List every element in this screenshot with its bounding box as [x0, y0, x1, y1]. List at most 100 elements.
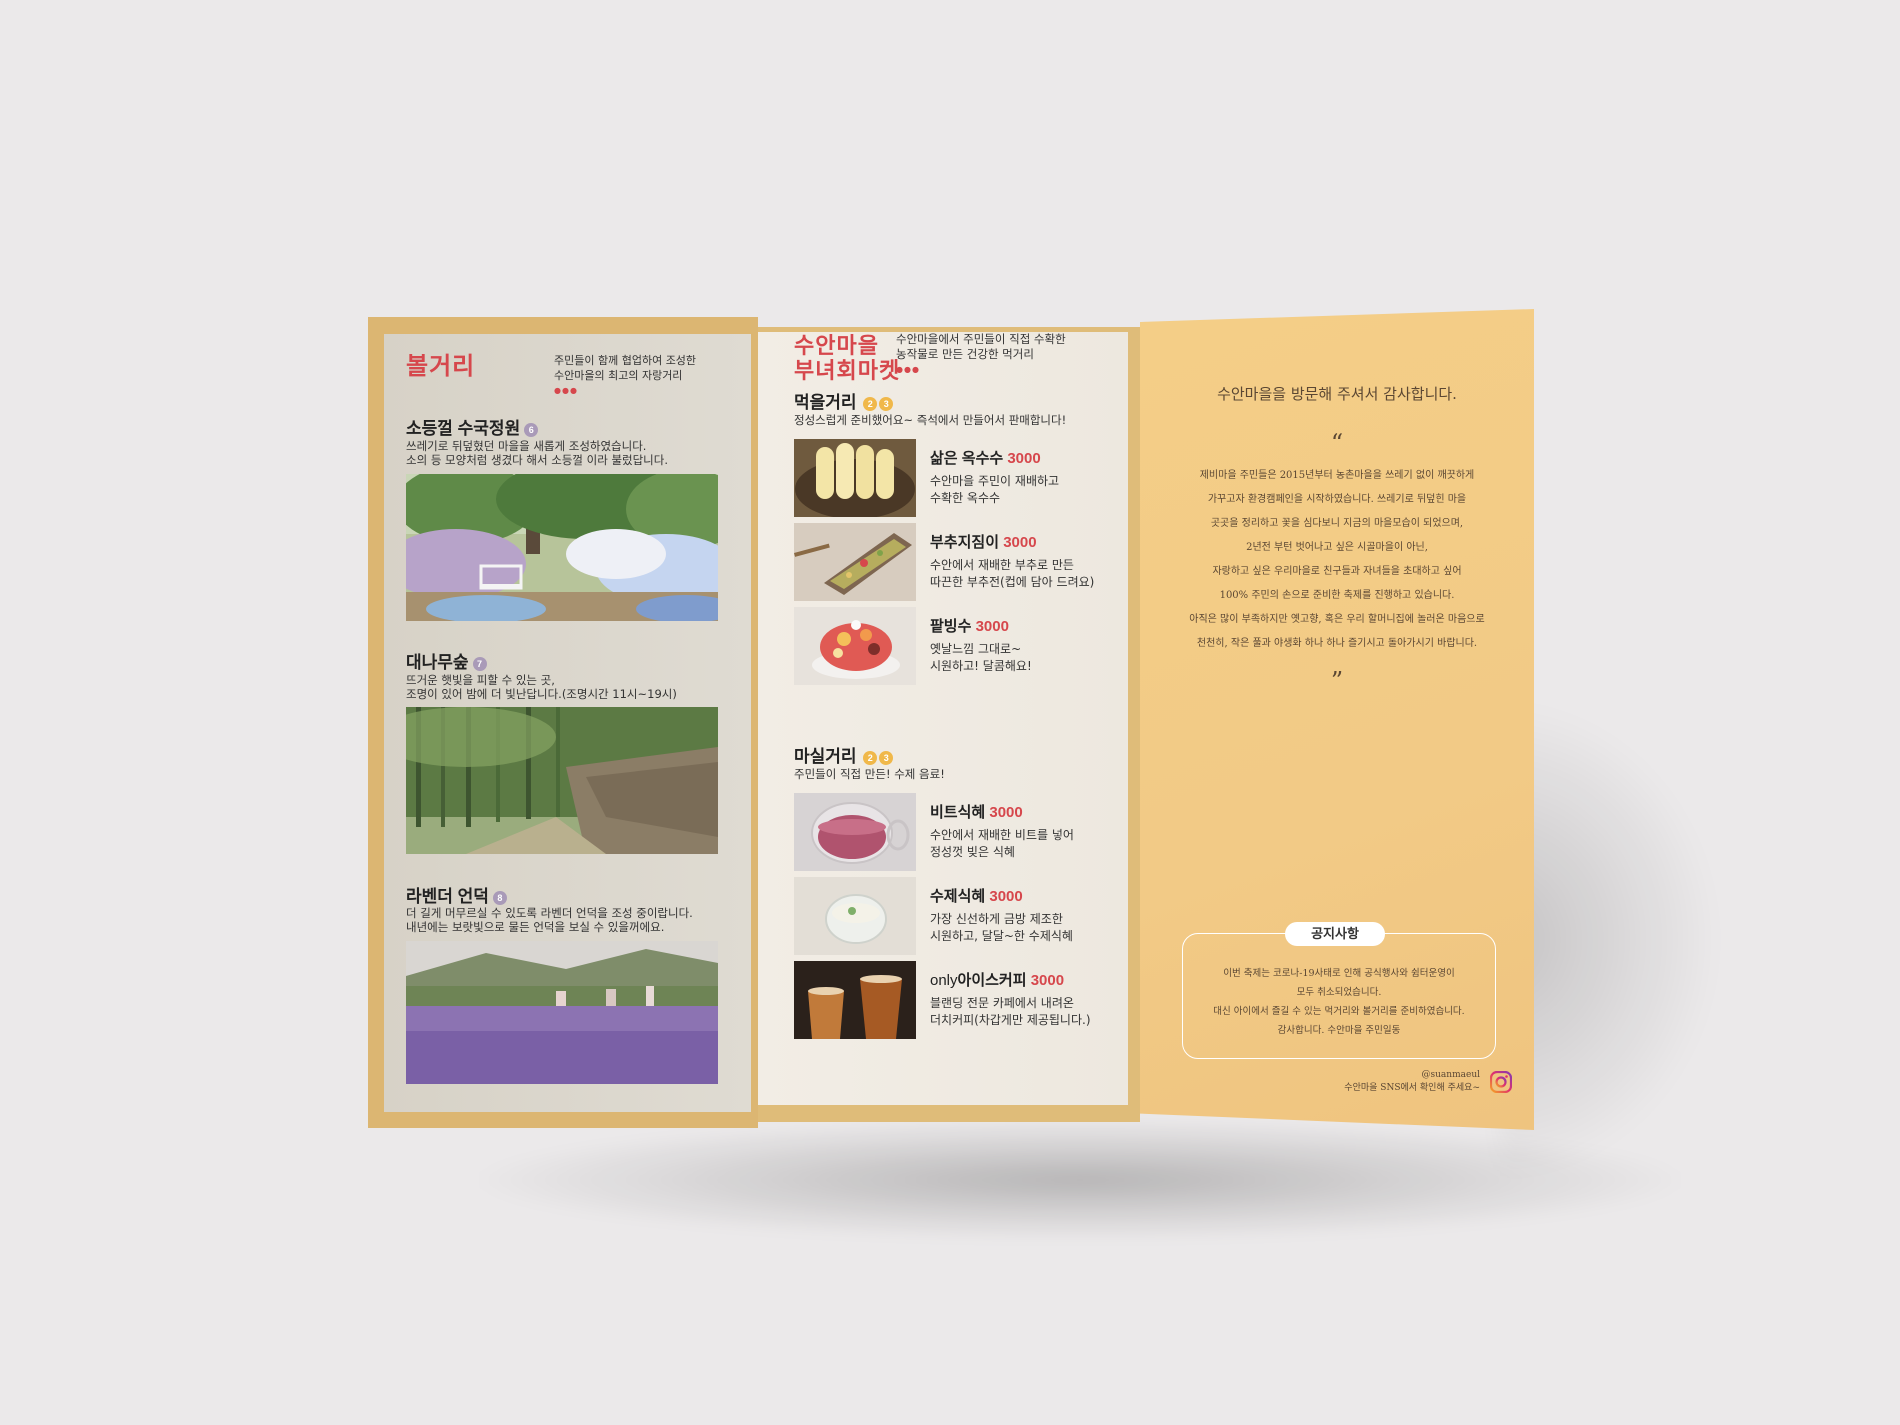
menu-item-name: 팥빙수 3000 — [930, 615, 1032, 636]
hydrangea-garden-photo — [406, 474, 718, 621]
intro-line: 수안마을에서 주민들이 직접 수확한 — [896, 332, 1066, 346]
spot-title-text: 라벤더 언덕 — [406, 887, 489, 906]
menu-item-name: 수제식혜 3000 — [930, 885, 1073, 906]
story-line: 100% 주민의 손으로 준비한 축제를 진행하고 있습니다. — [1219, 590, 1455, 601]
menu-item: 비트식혜 3000 수안에서 재배한 비트를 넣어 정성껏 빚은 식혜 — [930, 801, 1074, 861]
menu-item-name: 부추지짐이 3000 — [930, 531, 1094, 552]
menu-item-price: 3000 — [1007, 450, 1041, 467]
menu-desc-line: 수확한 옥수수 — [930, 491, 1001, 505]
menu-desc-line: 수안에서 재배한 부추로 만든 — [930, 558, 1074, 572]
instagram-icon[interactable] — [1489, 1070, 1513, 1094]
corn-photo — [794, 439, 916, 517]
menu-item-desc: 수안에서 재배한 비트를 넣어 정성껏 빚은 식혜 — [930, 827, 1074, 861]
brochure: 볼거리 주민들이 함께 협업하여 조성한 수안마을의 최고의 자랑거리 ●●● … — [368, 309, 1534, 1130]
spot-desc-line: 소의 등 모양처럼 생겼다 해서 소등껄 이라 불렀답니다. — [406, 453, 669, 467]
story-line: 천천히, 작은 풀과 야생화 하나 하나 즐기시고 돌아가시기 바랍니다. — [1196, 638, 1478, 649]
iced-coffee-photo — [794, 961, 916, 1039]
notice-text: 이번 축제는 코로나-19사태로 인해 공식행사와 쉼터운영이 모두 취소되었습… — [1189, 964, 1489, 1040]
spot-desc-line: 조명이 있어 밤에 더 빛난답니다.(조명시간 11시~19시) — [406, 687, 677, 701]
menu-item-desc: 옛날느낌 그대로~ 시원하고! 달콤해요! — [930, 641, 1032, 675]
notice-line: 감사합니다. 수안마을 주민일동 — [1277, 1025, 1401, 1036]
spot-desc: 쓰레기로 뒤덮혔던 마을을 새롭게 조성하였습니다. 소의 등 모양처럼 생겼다… — [406, 439, 668, 467]
close-quote: ” — [1330, 667, 1344, 695]
sns-info: @suanmaeul 수안마을 SNS에서 확인해 주세요~ — [1280, 1069, 1480, 1095]
beet-sikhye-photo — [794, 793, 916, 871]
food-section-desc: 정성스럽게 준비했어요~ 즉석에서 만들어서 판매합니다! — [794, 413, 1067, 427]
left-panel-inner: 볼거리 주민들이 함께 협업하여 조성한 수안마을의 최고의 자랑거리 ●●● … — [384, 334, 751, 1112]
menu-desc-line: 가장 신선하게 금방 제조한 — [930, 912, 1063, 926]
menu-desc-line: 옛날느낌 그대로~ — [930, 642, 1022, 656]
drink-section-desc: 주민들이 직접 만든! 수제 음료! — [794, 767, 945, 781]
left-panel: 볼거리 주민들이 함께 협업하여 조성한 수안마을의 최고의 자랑거리 ●●● … — [368, 317, 758, 1128]
spot-desc-line: 쓰레기로 뒤덮혔던 마을을 새롭게 조성하였습니다. — [406, 439, 647, 453]
menu-item-name-text: 삶은 옥수수 — [930, 450, 1004, 467]
intro-line: 주민들이 함께 협업하여 조성한 — [554, 354, 697, 367]
location-badge: 2 — [863, 750, 878, 765]
menu-item-name-prefix: only — [930, 972, 958, 989]
menu-desc-line: 따끈한 부추전(컵에 담아 드려요) — [930, 575, 1095, 589]
menu-item-name: 비트식혜 3000 — [930, 801, 1074, 822]
notice-line: 대신 아이에서 즐길 수 있는 먹거리와 볼거리를 준비하였습니다. — [1213, 1006, 1465, 1017]
market-title-line: 수안마을 — [794, 333, 879, 358]
dots-decoration: ●●● — [896, 365, 920, 374]
menu-item-name-text: 팥빙수 — [930, 618, 972, 635]
menu-item-name-text: 부추지짐이 — [930, 534, 1000, 551]
market-intro: 수안마을에서 주민들이 직접 수확한 농작물로 만든 건강한 먹거리 ●●● — [896, 332, 1066, 377]
menu-item: 삶은 옥수수 3000 수안마을 주민이 재배하고 수확한 옥수수 — [930, 447, 1059, 507]
menu-desc-line: 시원하고! 달콤해요! — [930, 659, 1032, 673]
menu-item: 수제식혜 3000 가장 신선하게 금방 제조한 시원하고, 달달~한 수제식혜 — [930, 885, 1073, 945]
spot-desc: 더 길게 머무르실 수 있도록 라벤더 언덕을 조성 중이랍니다. 내년에는 보… — [406, 906, 693, 934]
food-section-title: 먹을거리 23 — [794, 388, 894, 413]
menu-desc-line: 정성껏 빚은 식혜 — [930, 845, 1015, 859]
bamboo-forest-photo — [406, 707, 718, 854]
menu-desc-line: 더치커피(차갑게만 제공됩니다.) — [930, 1013, 1091, 1027]
story-line: 자랑하고 싶은 우리마을로 친구들과 자녀들을 초대하고 싶어 — [1212, 566, 1462, 577]
menu-item-desc: 수안에서 재배한 부추로 만든 따끈한 부추전(컵에 담아 드려요) — [930, 557, 1094, 591]
intro-line: 농작물로 만든 건강한 먹거리 — [896, 347, 1034, 361]
drink-section-title-text: 마실거리 — [794, 747, 857, 766]
patbingsu-photo — [794, 607, 916, 685]
food-section-title-text: 먹을거리 — [794, 393, 857, 412]
menu-item-desc: 가장 신선하게 금방 제조한 시원하고, 달달~한 수제식혜 — [930, 911, 1073, 945]
spot-title: 대나무숲 7 — [406, 648, 487, 673]
middle-panel-inner: 수안마을 부녀회마켓 수안마을에서 주민들이 직접 수확한 농작물로 만든 건강… — [758, 332, 1128, 1105]
story-line: 아직은 많이 부족하지만 옛고향, 혹은 우리 할머니집에 놀러온 마음으로 — [1189, 614, 1485, 625]
dots-decoration: ●●● — [554, 386, 578, 395]
menu-item: only아이스커피 3000 블랜딩 전문 카페에서 내려온 더치커피(차갑게만… — [930, 969, 1091, 1029]
spot-desc-line: 내년에는 보랏빛으로 물든 언덕을 보실 수 있을꺼에요. — [406, 920, 665, 934]
story-line: 2년전 부턴 벗어나고 싶은 시골마을이 아닌, — [1246, 542, 1428, 553]
village-story: 제비마을 주민들은 2015년부터 농촌마을을 쓰레기 없이 깨끗하게 가꾸고자… — [1160, 464, 1514, 656]
middle-panel: 수안마을 부녀회마켓 수안마을에서 주민들이 직접 수확한 농작물로 만든 건강… — [758, 327, 1140, 1122]
notice-title: 공지사항 — [1285, 922, 1385, 946]
left-panel-intro: 주민들이 함께 협업하여 조성한 수안마을의 최고의 자랑거리 ●●● — [554, 353, 696, 398]
open-quote: “ — [1330, 429, 1344, 457]
menu-item-name-text: 비트식혜 — [930, 804, 986, 821]
spot-number-badge: 7 — [472, 656, 487, 671]
menu-item: 부추지짐이 3000 수안에서 재배한 부추로 만든 따끈한 부추전(컵에 담아… — [930, 531, 1094, 591]
notice-line: 모두 취소되었습니다. — [1296, 987, 1382, 998]
menu-item-price: 3000 — [975, 618, 1009, 635]
menu-item-price: 3000 — [989, 804, 1023, 821]
spot-title: 소등껄 수국정원 6 — [406, 414, 539, 439]
menu-item-price: 3000 — [1030, 972, 1065, 989]
market-title-line: 부녀회마켓 — [794, 358, 901, 383]
location-badge: 3 — [879, 750, 894, 765]
menu-item-name: 삶은 옥수수 3000 — [930, 447, 1059, 468]
story-line: 제비마을 주민들은 2015년부터 농촌마을을 쓰레기 없이 깨끗하게 — [1199, 470, 1475, 481]
story-line: 가꾸고자 환경캠페인을 시작하였습니다. 쓰레기로 뒤덮힌 마을 — [1207, 494, 1467, 505]
spot-number-badge: 6 — [524, 422, 539, 437]
notice-line: 이번 축제는 코로나-19사태로 인해 공식행사와 쉼터운영이 — [1223, 968, 1455, 979]
spot-title: 라벤더 언덕 8 — [406, 882, 507, 907]
spot-number-badge: 8 — [492, 890, 507, 905]
menu-item: 팥빙수 3000 옛날느낌 그대로~ 시원하고! 달콤해요! — [930, 615, 1032, 675]
menu-item-price: 3000 — [989, 888, 1023, 905]
menu-item-desc: 블랜딩 전문 카페에서 내려온 더치커피(차갑게만 제공됩니다.) — [930, 995, 1091, 1029]
spot-desc: 뜨거운 햇빛을 피할 수 있는 곳, 조명이 있어 밤에 더 빛난답니다.(조명… — [406, 673, 677, 701]
menu-item-price: 3000 — [1003, 534, 1037, 551]
location-badge: 3 — [879, 396, 894, 411]
right-panel: 수안마을을 방문해 주셔서 감사합니다. “ 제비마을 주민들은 2015년부터… — [1140, 309, 1534, 1130]
menu-desc-line: 수안마을 주민이 재배하고 — [930, 474, 1060, 488]
location-badge: 2 — [863, 396, 878, 411]
menu-item-name-text: 수제식혜 — [930, 888, 986, 905]
drink-section-title: 마실거리 23 — [794, 742, 894, 767]
